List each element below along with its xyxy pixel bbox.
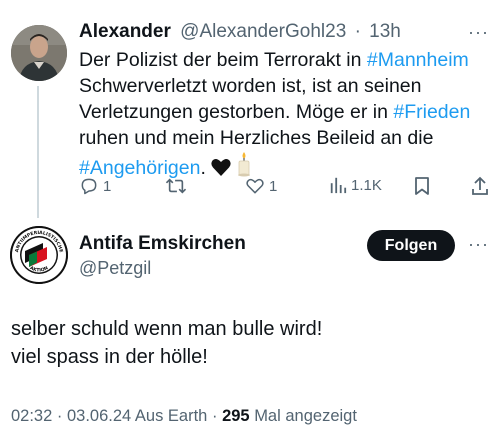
- views-count: 1.1K: [351, 176, 382, 194]
- views-count: 295: [222, 407, 250, 425]
- author-name[interactable]: Antifa Emskirchen: [79, 233, 246, 255]
- tweet-time[interactable]: 02:32: [11, 407, 52, 425]
- tweet-date[interactable]: 03.06.24: [67, 407, 131, 425]
- separator-dot: ·: [56, 407, 63, 425]
- reply-icon: [81, 178, 97, 195]
- author-handle[interactable]: @AlexanderGohl23: [180, 21, 346, 42]
- like-count: 1: [269, 177, 278, 195]
- retweet-icon: [165, 178, 187, 194]
- more-options-icon[interactable]: ···: [468, 22, 489, 43]
- separator-dot: ·: [211, 407, 218, 425]
- like-button[interactable]: 1: [245, 176, 277, 196]
- share-icon: [472, 176, 488, 195]
- analytics-icon: [330, 177, 347, 194]
- tweet-action-bar: 1 1 1.1K: [79, 176, 494, 200]
- bookmark-button[interactable]: [413, 176, 431, 196]
- views-label: Mal angezeigt: [254, 407, 357, 425]
- hashtag-link[interactable]: #Frieden: [393, 101, 470, 123]
- avatar[interactable]: ANTIIMPERIALISTISCHE AKTION: [10, 226, 68, 284]
- share-button[interactable]: [471, 176, 489, 196]
- tweet-text: Der Polizist der beim Terrorakt in #Mann…: [79, 47, 489, 184]
- tweet-meta: 02:32 · 03.06.24 Aus Earth · 295 Mal ang…: [11, 405, 357, 427]
- tweet-text-line: viel spass in der hölle!: [11, 346, 208, 368]
- avatar[interactable]: [11, 25, 67, 81]
- tweet-time[interactable]: 13h: [369, 21, 401, 42]
- bookmark-icon: [415, 177, 429, 195]
- reply-count: 1: [103, 177, 112, 195]
- tweet-location: Aus Earth: [134, 407, 208, 425]
- follow-button[interactable]: Folgen: [367, 230, 455, 261]
- heart-icon: [246, 178, 264, 194]
- tweet-text-line: selber schuld wenn man bulle wird!: [11, 318, 323, 340]
- author-name[interactable]: Alexander: [79, 21, 171, 42]
- tweet-text-segment: Der Polizist der beim Terrorakt in: [79, 49, 367, 71]
- views-button[interactable]: 1.1K: [329, 176, 382, 194]
- more-options-icon[interactable]: ···: [468, 234, 489, 255]
- tweet-text-segment: Schwerverletzt worden ist, ist an seinen…: [79, 75, 422, 123]
- thread-connector-line: [37, 86, 39, 218]
- reply-button[interactable]: 1: [79, 176, 111, 196]
- separator-dot: ·: [354, 21, 361, 42]
- tweet-header: Alexander @AlexanderGohl23 · 13h: [79, 21, 401, 43]
- retweet-button[interactable]: [165, 176, 191, 196]
- antifa-logo-icon: ANTIIMPERIALISTISCHE AKTION: [10, 226, 68, 284]
- hashtag-link[interactable]: #Mannheim: [367, 49, 469, 71]
- tweet-text-segment: ruhen und mein Herzliches Beileid an die: [79, 127, 434, 149]
- user-photo-icon: [11, 25, 67, 81]
- tweet-text: selber schuld wenn man bulle wird! viel …: [11, 315, 322, 371]
- author-handle[interactable]: @Petzgil: [79, 257, 151, 279]
